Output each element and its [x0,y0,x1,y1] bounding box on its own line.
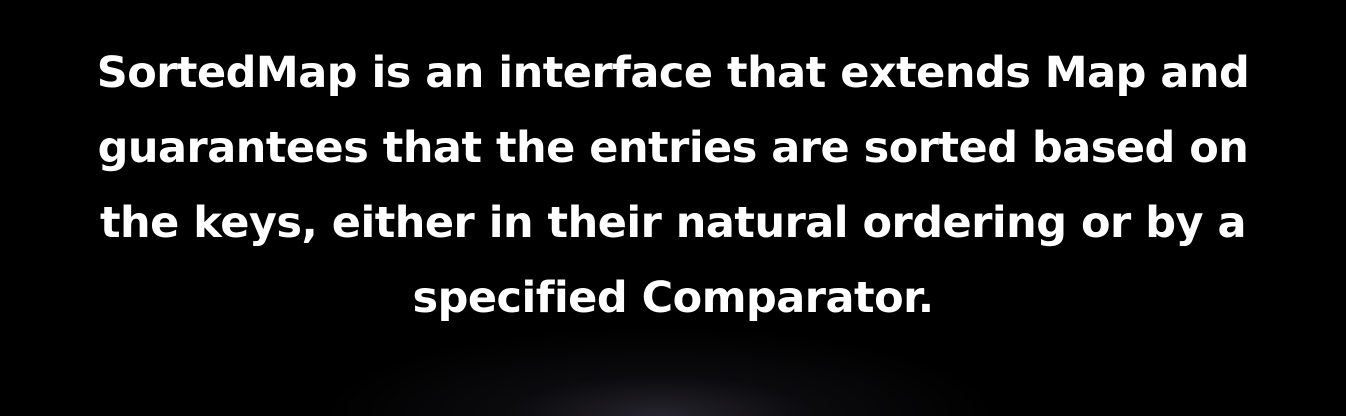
slide-caption: SortedMap is an interface that extends M… [0,36,1346,336]
caption-line-2: guarantees that the entries are sorted b… [97,123,1249,173]
caption-line-3: the keys, either in their natural orderi… [99,198,1247,248]
caption-line-1: SortedMap is an interface that extends M… [96,48,1250,98]
caption-line-4: specified Comparator. [412,273,934,323]
slide-canvas: SortedMap is an interface that extends M… [0,0,1346,416]
